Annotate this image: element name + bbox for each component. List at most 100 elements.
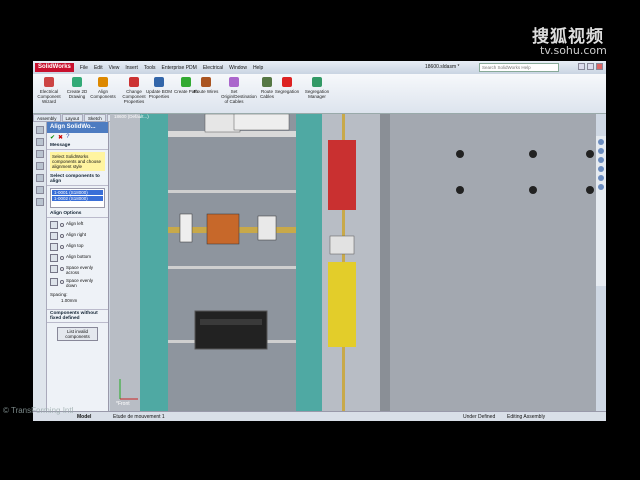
status-text: Under Defined (463, 414, 496, 420)
feature-manager-icon[interactable] (36, 126, 44, 134)
property-manager-icon[interactable] (36, 138, 44, 146)
ribbon-button-label: Route Wires (193, 89, 219, 94)
list-item[interactable]: 1-0001 (S18000) (52, 190, 103, 195)
ribbon-button-3[interactable]: Change Component Properties (121, 77, 147, 104)
message-header[interactable]: Message (47, 142, 108, 150)
close-icon[interactable] (596, 63, 603, 70)
document-title: 18600.sldasm * (425, 64, 460, 70)
option-align-top[interactable]: Align top (50, 243, 105, 251)
window-controls (578, 63, 603, 70)
option-align-left[interactable]: Align left (50, 221, 105, 229)
align-right-icon (50, 232, 58, 240)
file-explorer-icon[interactable] (598, 157, 604, 163)
tab-motion-study[interactable]: Etude de mouvement 1 (113, 414, 165, 420)
tab-sketch[interactable]: Sketch (84, 114, 106, 122)
radio-button[interactable] (60, 280, 64, 284)
custom-properties-icon[interactable] (598, 184, 604, 190)
options-header[interactable]: Align Options (47, 210, 108, 218)
menu-electrical[interactable]: Electrical (203, 65, 223, 71)
option-label: Space evenly down (66, 278, 94, 288)
menu-bar: File Edit View Insert Tools Enterprise P… (80, 65, 263, 71)
spacing-label: Spacing: (50, 292, 68, 297)
segregation-manager-icon (312, 77, 322, 87)
ok-icon[interactable]: ✔ (50, 134, 55, 141)
route-wires-icon (201, 77, 211, 87)
menu-help[interactable]: Help (253, 65, 263, 71)
option-label: Align left (66, 221, 84, 226)
radio-button[interactable] (60, 223, 64, 227)
option-align-bottom[interactable]: Align bottom (50, 254, 105, 262)
solidworks-window: SolidWorks File Edit View Insert Tools E… (33, 61, 606, 421)
option-space-down[interactable]: Space evenly down (50, 278, 105, 288)
radio-button[interactable] (60, 234, 64, 238)
tab-layout[interactable]: Layout (61, 114, 84, 122)
ribbon-button-10[interactable]: Segregation Manager (304, 77, 330, 99)
segregation-icon (282, 77, 292, 87)
ribbon-button-6[interactable]: Route Wires (193, 77, 219, 94)
minimize-icon[interactable] (578, 63, 585, 70)
menu-insert[interactable]: Insert (125, 65, 138, 71)
menu-enterprise-pdm[interactable]: Enterprise PDM (162, 65, 197, 71)
mode-text: Editing Assembly (507, 414, 546, 420)
solidworks-logo[interactable]: SolidWorks (35, 63, 74, 72)
ribbon-button-9[interactable]: Segregation (274, 77, 300, 94)
ribbon-button-2[interactable]: Align Components (90, 77, 116, 99)
option-space-across[interactable]: Space evenly across (50, 265, 105, 275)
without-fixed-header[interactable]: Components without fixed defined (47, 309, 108, 323)
bom-icon (154, 77, 164, 87)
route-cables-icon (262, 77, 272, 87)
appearances-icon[interactable] (598, 175, 604, 181)
config-manager-icon[interactable] (36, 150, 44, 158)
menu-tools[interactable]: Tools (144, 65, 156, 71)
search-input[interactable]: Search SolidWorks Help (479, 63, 559, 72)
cancel-icon[interactable]: ✖ (58, 134, 63, 141)
ribbon-button-label: Segregation Manager (304, 89, 330, 99)
ribbon-button-label: Change Component Properties (122, 89, 146, 104)
sohu-url: tv.sohu.com (540, 44, 607, 57)
list-invalid-button[interactable]: List invalid components (57, 327, 98, 341)
design-library-icon[interactable] (598, 148, 604, 154)
menu-window[interactable]: Window (229, 65, 247, 71)
maximize-icon[interactable] (587, 63, 594, 70)
space-across-icon (50, 265, 58, 273)
align-icon (98, 77, 108, 87)
radio-button[interactable] (60, 256, 64, 260)
ribbon-button-7[interactable]: Set Origin/Destination of Cables (221, 77, 257, 104)
origin-icon (229, 77, 239, 87)
view-palette-icon[interactable] (598, 166, 604, 172)
ribbon-button-0[interactable]: Electrical Component Wizard (36, 77, 62, 104)
menu-edit[interactable]: Edit (94, 65, 103, 71)
property-manager: Align SolidWo... ✔ ✖ ? Message Select So… (47, 122, 109, 411)
tab-assembly[interactable]: Assembly (33, 114, 61, 122)
ribbon-button-label: Align Components (90, 89, 116, 99)
select-header[interactable]: Select components to align (47, 173, 108, 186)
ribbon-button-label: Set Origin/Destination of Cables (221, 89, 257, 104)
change-icon (129, 77, 139, 87)
ribbon-button-label: Segregation (274, 89, 300, 94)
option-label: Align right (66, 232, 87, 237)
menu-file[interactable]: File (80, 65, 88, 71)
option-label: Align bottom (66, 254, 92, 259)
resources-icon[interactable] (598, 139, 604, 145)
dim-expert-icon[interactable] (36, 162, 44, 170)
list-item[interactable]: 1-0002 (S18000) (52, 196, 103, 201)
space-down-icon (50, 278, 58, 286)
radio-button[interactable] (60, 267, 64, 271)
option-align-right[interactable]: Align right (50, 232, 105, 240)
menu-view[interactable]: View (109, 65, 120, 71)
electrical-icon[interactable] (36, 186, 44, 194)
graphics-area[interactable]: 18600 (Default...) *Front (110, 114, 596, 411)
title-bar: SolidWorks File Edit View Insert Tools E… (33, 61, 606, 74)
ribbon-button-4[interactable]: Update BOM Properties (146, 77, 172, 99)
align-left-icon (50, 221, 58, 229)
status-bar: Model Etude de mouvement 1 Under Defined… (33, 411, 606, 421)
spacing-input[interactable]: 1.00mm (61, 298, 105, 303)
selection-list[interactable]: 1-0001 (S18000) 1-0002 (S18000) (50, 188, 105, 208)
display-manager-icon[interactable] (36, 174, 44, 182)
radio-button[interactable] (60, 245, 64, 249)
feature-tree-root[interactable]: 18600 (Default...) (114, 114, 149, 119)
tab-model[interactable]: Model (77, 414, 91, 420)
ribbon-button-1[interactable]: Create 2D Drawing (64, 77, 90, 99)
tools-icon[interactable] (36, 198, 44, 206)
help-icon[interactable]: ? (66, 134, 69, 141)
